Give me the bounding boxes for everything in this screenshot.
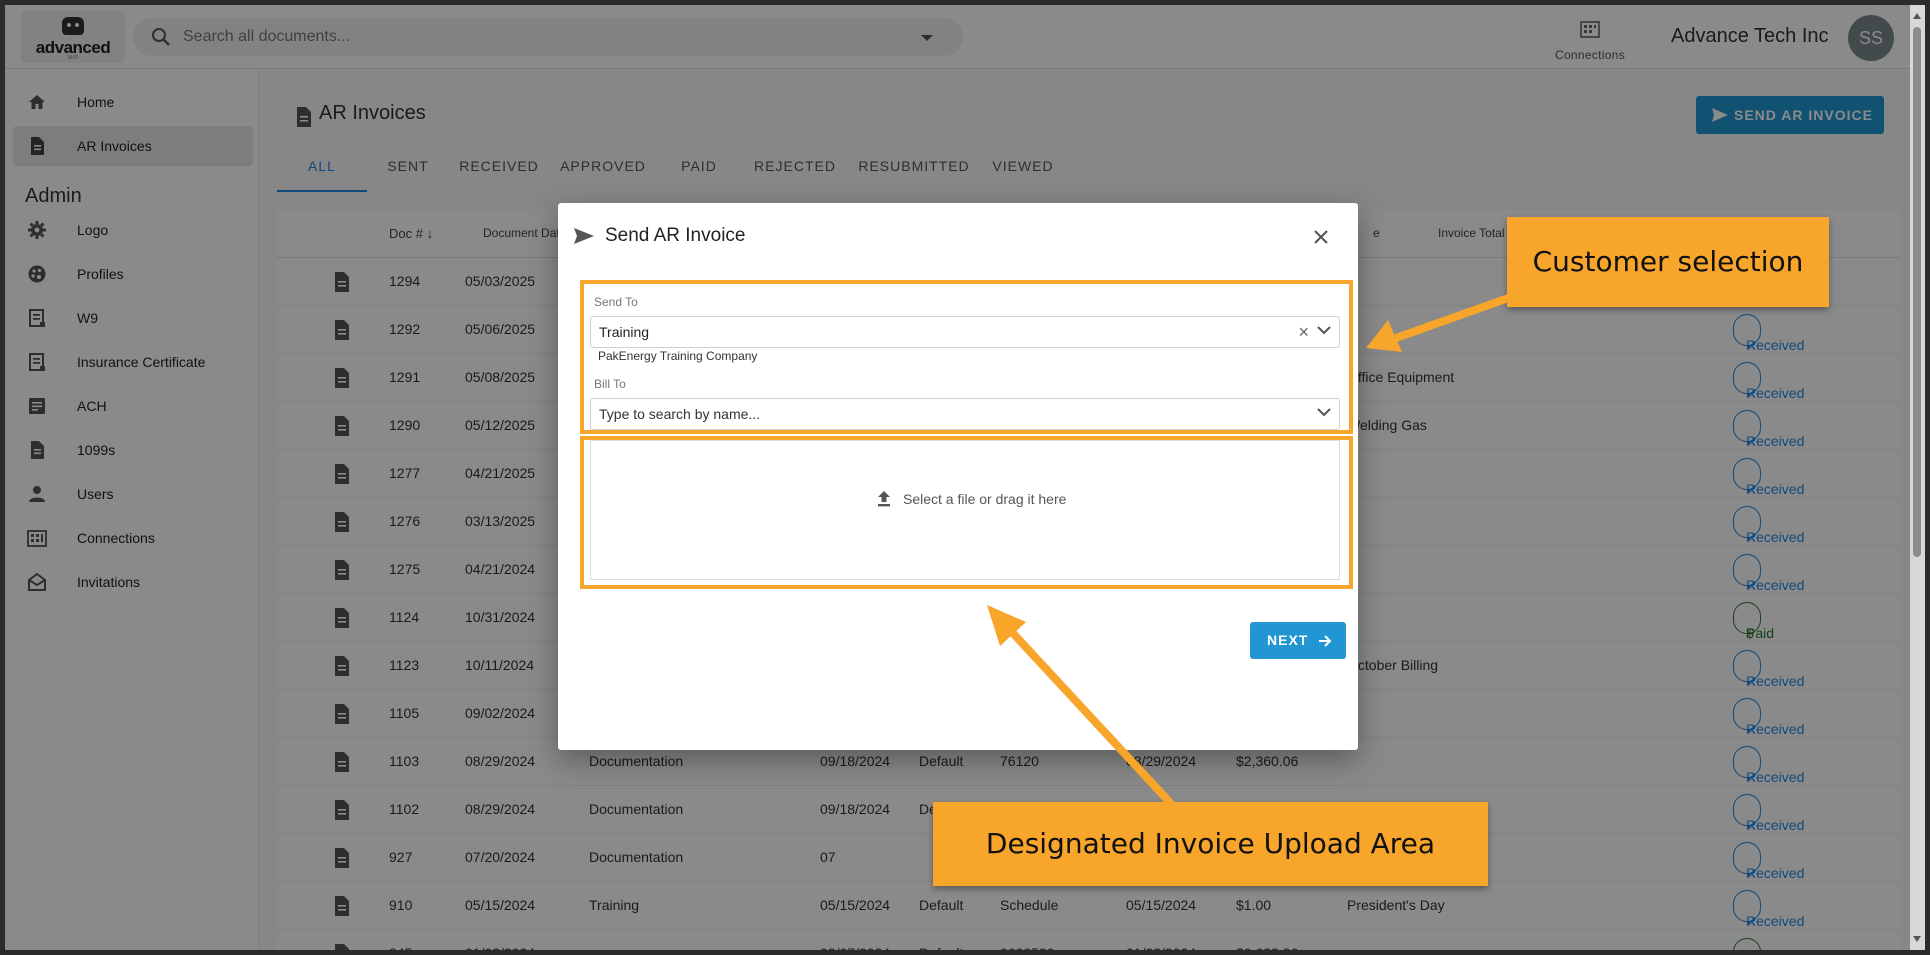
upload-area-highlight xyxy=(580,436,1353,589)
close-icon[interactable] xyxy=(1307,223,1335,251)
next-label: NEXT xyxy=(1267,632,1309,648)
customer-selection-text: Customer selection xyxy=(1532,245,1804,278)
page-scrollbar[interactable] xyxy=(1910,5,1925,950)
next-button[interactable]: NEXT xyxy=(1250,622,1346,659)
customer-selection-highlight xyxy=(580,280,1353,434)
upload-area-callout: Designated Invoice Upload Area xyxy=(933,802,1488,886)
dialog-title: Send AR Invoice xyxy=(605,225,746,246)
scroll-up-icon[interactable] xyxy=(1913,13,1921,19)
scrollbar-thumb[interactable] xyxy=(1913,27,1921,557)
arrow-right-icon xyxy=(1319,635,1332,647)
send-icon xyxy=(574,228,594,244)
upload-area-text: Designated Invoice Upload Area xyxy=(985,827,1436,860)
scroll-down-icon[interactable] xyxy=(1913,936,1921,942)
customer-selection-callout: Customer selection xyxy=(1507,217,1829,307)
